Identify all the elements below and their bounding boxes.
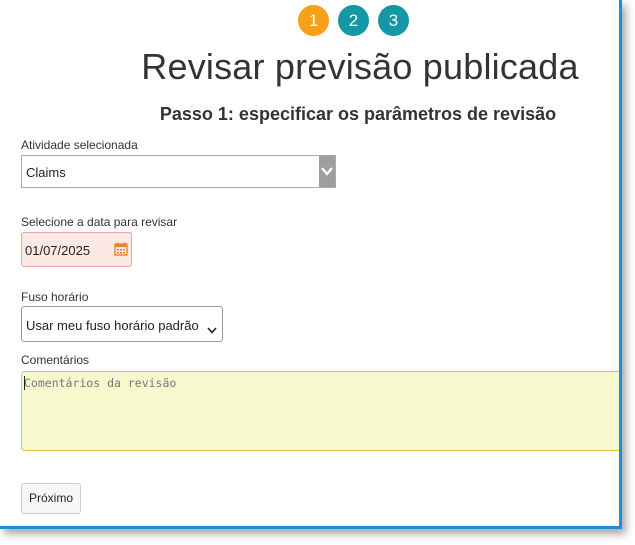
date-input[interactable]: 01/07/2025 bbox=[21, 232, 132, 267]
chevron-down-icon bbox=[207, 321, 217, 339]
timezone-select[interactable]: Usar meu fuso horário padrão bbox=[21, 306, 223, 342]
step-subtitle: Passo 1: especificar os parâmetros de re… bbox=[159, 104, 557, 124]
comments-label: Comentários bbox=[21, 353, 90, 367]
calendar-icon[interactable] bbox=[114, 242, 128, 261]
activity-label: Atividade selecionada bbox=[21, 138, 138, 152]
dialog-frame: 1 2 3 Revisar previsão publicada Passo 1… bbox=[0, 0, 622, 529]
activity-dropdown-button[interactable] bbox=[319, 156, 335, 187]
step-indicator-1[interactable]: 1 bbox=[298, 5, 329, 36]
comments-textarea[interactable]: Comentários da revisão bbox=[21, 371, 619, 451]
activity-select[interactable]: Claims bbox=[21, 155, 336, 188]
date-label: Selecione a data para revisar bbox=[21, 215, 178, 229]
timezone-value: Usar meu fuso horário padrão bbox=[26, 318, 199, 333]
page-title: Revisar previsão publicada bbox=[141, 46, 579, 87]
text-caret bbox=[24, 376, 25, 390]
chevron-down-icon bbox=[321, 167, 333, 176]
date-value: 01/07/2025 bbox=[25, 243, 91, 258]
next-button[interactable]: Próximo bbox=[21, 483, 81, 514]
activity-value: Claims bbox=[26, 165, 66, 180]
timezone-label: Fuso horário bbox=[21, 290, 89, 304]
comments-placeholder: Comentários da revisão bbox=[24, 376, 177, 390]
step-indicator-2[interactable]: 2 bbox=[338, 5, 369, 36]
wizard-steps: 1 2 3 bbox=[298, 5, 409, 36]
step-indicator-3[interactable]: 3 bbox=[378, 5, 409, 36]
